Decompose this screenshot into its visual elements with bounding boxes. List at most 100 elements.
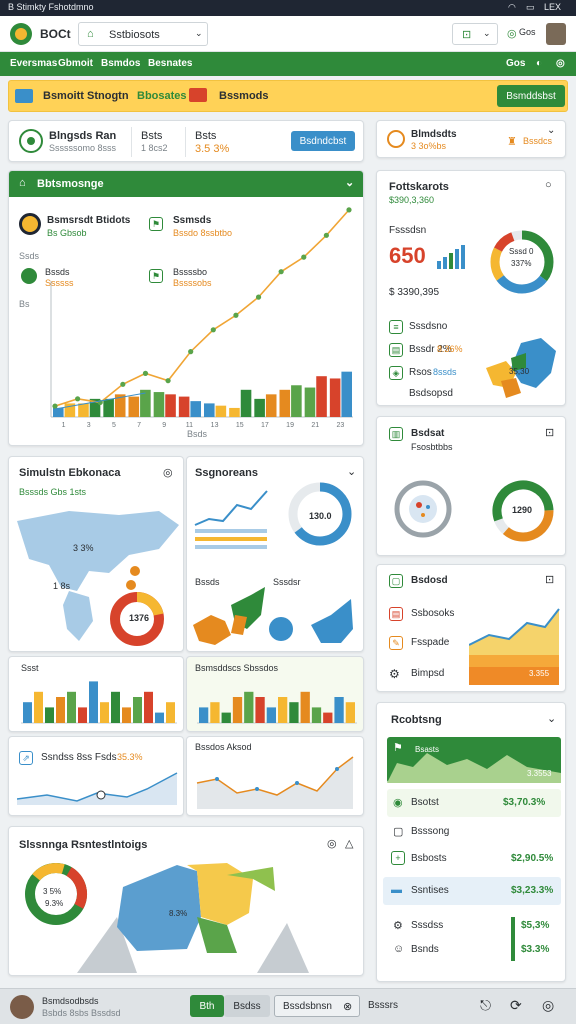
right-lower-row-1: Ssbosoks: [411, 608, 455, 619]
trend-card-1: Bssdos Aksod: [186, 736, 364, 816]
mini-card: Blmdsdts 3 3o%bs ♜ Bssdcs ⌄: [376, 120, 566, 158]
sim-title: Simulstn Ebkonaca: [19, 467, 121, 479]
bar: [190, 401, 201, 417]
mini-bars: [437, 245, 465, 269]
right-mid-subtitle: Fsosbtbbs: [411, 442, 453, 452]
rooms-row-0[interactable]: ◉ Bsotst $3,70.3%: [387, 789, 561, 817]
mini-bar: [67, 691, 76, 723]
bottom-right-label[interactable]: Bsssrs: [368, 1000, 398, 1011]
camera-icon[interactable]: ⊡: [545, 573, 554, 586]
share-icon[interactable]: ⎋: [480, 997, 491, 1014]
app-name: BOCt: [40, 27, 71, 41]
bottom-user-sub: Bsbds 8sbs Bssdsd: [42, 1008, 121, 1018]
close-icon[interactable]: ⊗: [343, 1000, 352, 1013]
rooms-row-label-3: Ssntises: [411, 885, 449, 896]
line-point: [165, 378, 171, 384]
avatar[interactable]: [546, 23, 566, 45]
mini-bar: [133, 697, 142, 723]
line-point: [75, 396, 81, 402]
summary-label1: Fsssdsn: [389, 225, 427, 236]
mini-bar: [255, 697, 265, 723]
rooms-row-label-0: Bsotst: [411, 797, 439, 808]
summary-amount: $ 3390,395: [389, 287, 440, 298]
edit-icon: ✎: [389, 636, 403, 650]
chevron-down-icon[interactable]: ⌄: [547, 712, 556, 725]
banner-title: Bsmoitt Stnogtn: [43, 90, 129, 102]
mini-bar: [144, 691, 153, 723]
mini-bar: [45, 707, 54, 723]
bottom-tab-1[interactable]: Bsdss: [224, 995, 270, 1017]
share-icon[interactable]: △: [345, 837, 353, 850]
right-mid-card: ▥ Bsdsat Fsosbtbbs ⊡ 1290: [376, 416, 566, 556]
mini-bar: [289, 702, 299, 723]
bar: [78, 403, 89, 417]
rooms-row-2[interactable]: + Bsbosts $2,90.5%: [387, 847, 561, 871]
user-icon: ☺: [393, 943, 405, 955]
map-donut-sub: 9.3%: [45, 899, 64, 908]
globe-icon[interactable]: ◎: [542, 997, 554, 1014]
plus-icon: +: [391, 851, 405, 865]
line-point: [255, 294, 262, 300]
rooms-row-4[interactable]: ⚙ Sssdss $5,3%: [387, 915, 561, 961]
banner-button[interactable]: Bsmddsbst: [497, 85, 565, 107]
bottom-user-name: Bsmdsodbsds: [42, 996, 99, 1006]
check-icon: ◉: [393, 797, 403, 809]
kpi-button[interactable]: Bsdndcbst: [291, 131, 355, 151]
nav-item-2[interactable]: Bsmdos: [101, 58, 140, 69]
rooms-row-3[interactable]: ▬ Ssntises $3,23.3%: [383, 877, 561, 905]
account-dropdown[interactable]: ⊡ ⌄: [452, 23, 498, 45]
right-mid-title: Bsdsat: [411, 428, 445, 439]
gear-icon[interactable]: ◎: [507, 27, 517, 40]
gear-icon: ⚙: [389, 667, 400, 681]
panel-card: Ssgnoreans ⌄ 130.0 Bssds Sssdsr: [186, 456, 364, 652]
bottom-tab-2-wrap[interactable]: Bssdsbnsn ⊗: [274, 995, 360, 1017]
status-right-text: LEX: [544, 2, 562, 12]
bar: [128, 396, 140, 417]
line-point: [52, 403, 58, 409]
bar: [165, 394, 176, 417]
chat-icon: ▢: [393, 826, 404, 838]
gauge-1: [394, 480, 452, 538]
moon-icon[interactable]: ◐: [536, 58, 542, 69]
bar: [316, 376, 327, 417]
main-chart-card: ⌂ Bbtsmosnge ⌄ Bsmsrsdt Btidots Bs Gbsob…: [8, 170, 364, 446]
rooms-row-5[interactable]: ☺ Bsnds $3.3%: [387, 939, 561, 961]
doc-icon: ▤: [389, 607, 403, 621]
clock-icon[interactable]: ◎: [163, 466, 173, 479]
camera-icon[interactable]: ⊡: [545, 426, 554, 439]
rooms-row-1[interactable]: ▢ Bsssong: [387, 821, 561, 843]
map-card-title: Slssnnga Rsntestlntoigs: [19, 839, 148, 851]
nav-item-0[interactable]: Eversmas: [10, 58, 57, 69]
kpi-col3-value: 3.5 3%: [195, 143, 230, 155]
info-icon[interactable]: ○: [545, 179, 552, 191]
mini-bar: [155, 712, 164, 723]
settings-icon[interactable]: ◎: [556, 58, 565, 69]
line-point: [301, 254, 307, 260]
nav-item-1[interactable]: Gbmoit: [58, 58, 93, 69]
mini-bar: [244, 691, 254, 723]
info-icon[interactable]: ◎: [327, 837, 337, 850]
summary-item-2: Rsos: [409, 367, 432, 378]
map-label: 8.3%: [169, 909, 188, 918]
bar: [240, 389, 252, 417]
mini-bar: [232, 697, 243, 723]
chevron-down-icon[interactable]: ⌄: [547, 125, 555, 136]
mini-bar-chart-1: [197, 691, 357, 724]
panel-donut-value: 130.0: [309, 511, 332, 521]
chevron-down-icon[interactable]: ⌄: [347, 465, 356, 478]
tick-label: 15: [236, 422, 244, 429]
nav-right-label[interactable]: Gos: [506, 58, 525, 69]
tick-label: 9: [162, 422, 166, 429]
mini-bar: [345, 702, 355, 723]
user-avatar[interactable]: [10, 995, 34, 1019]
tick-label: 1: [62, 422, 66, 429]
bar: [341, 371, 352, 417]
coin-icon: [387, 130, 405, 148]
search-input[interactable]: ⌂ Sstbiosots ⌄: [78, 22, 208, 46]
refresh-icon[interactable]: ⟳: [510, 997, 522, 1014]
kpi-col2-title: Bsts: [141, 130, 163, 142]
area-value: 3.355: [529, 669, 550, 678]
y-label: Bs: [19, 299, 30, 309]
nav-item-3[interactable]: Besnates: [148, 58, 192, 69]
bottom-tab-0[interactable]: Bth: [190, 995, 224, 1017]
